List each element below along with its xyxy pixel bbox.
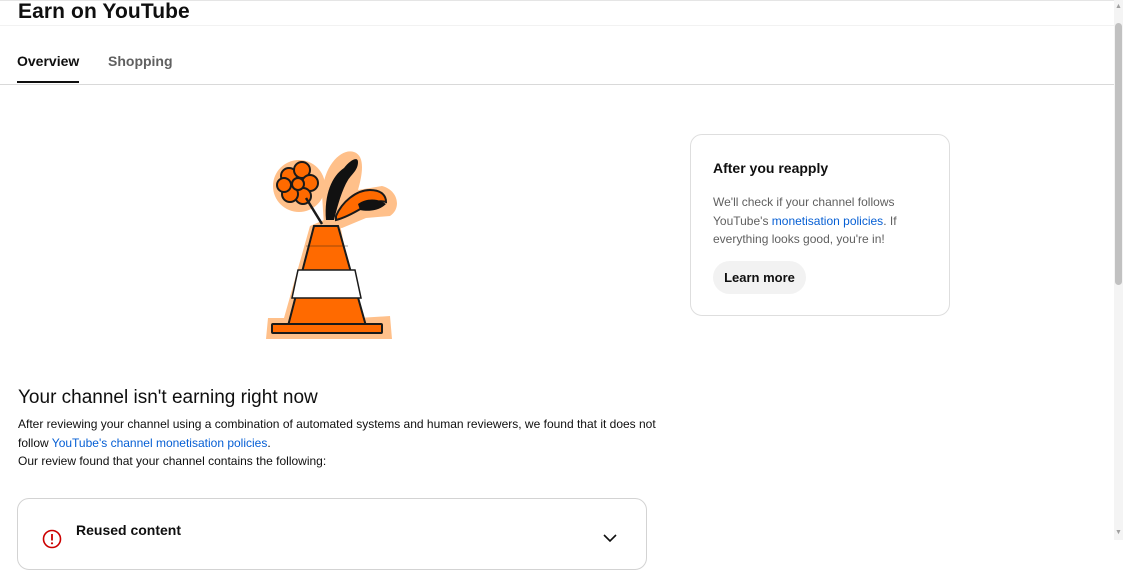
scroll-down-arrow-icon[interactable]: ▼ [1115,528,1122,538]
reused-content-card[interactable]: Reused content [17,498,647,570]
tab-shopping-label: Shopping [108,53,173,69]
reapply-info-card: After you reapply We'll check if your ch… [690,134,950,316]
learn-more-button[interactable]: Learn more [713,261,806,294]
review-findings-text: Our review found that your channel conta… [18,454,327,468]
error-icon [42,529,62,549]
monetisation-policies-link[interactable]: monetisation policies [772,214,883,228]
reapply-card-text: We'll check if your channel follows YouT… [713,193,913,249]
scroll-up-arrow-icon[interactable]: ▲ [1115,2,1122,12]
channel-monetisation-policies-link[interactable]: YouTube's channel monetisation policies [52,436,268,450]
top-border [0,0,1114,1]
earning-status-heading: Your channel isn't earning right now [18,387,318,408]
tab-overview[interactable]: Overview [17,52,80,83]
page-scrollbar[interactable]: ▲ ▼ [1114,0,1123,540]
page-header: Earn on YouTube Overview Shopping [0,0,1114,85]
issue-title: Reused content [76,522,182,538]
chevron-down-icon[interactable] [602,533,618,543]
tab-overview-label: Overview [17,53,80,69]
tab-active-indicator [17,81,80,83]
reapply-card-title: After you reapply [713,160,829,176]
review-description: After reviewing your channel using a com… [18,415,658,471]
title-divider [0,25,1114,26]
page-title: Earn on YouTube [18,0,190,23]
review-text-end: . [267,435,271,450]
traffic-cone-illustration [266,151,397,339]
scroll-thumb[interactable] [1115,23,1122,285]
tab-shopping[interactable]: Shopping [108,52,173,83]
